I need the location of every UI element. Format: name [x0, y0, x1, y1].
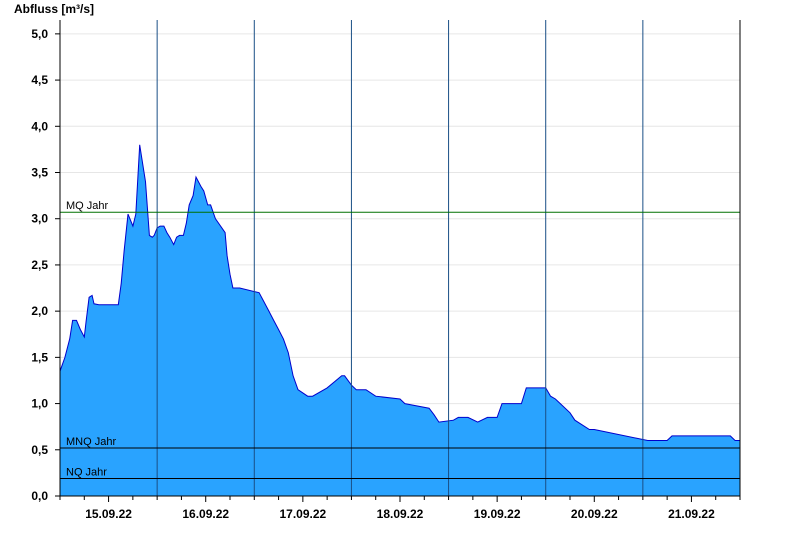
y-tick-label: 0,0 — [31, 489, 48, 503]
x-tick-label: 17.09.22 — [279, 507, 326, 521]
reference-label: MNQ Jahr — [66, 436, 116, 448]
reference-label: NQ Jahr — [66, 466, 107, 478]
x-tick-label: 16.09.22 — [182, 507, 229, 521]
y-tick-label: 1,5 — [31, 350, 48, 364]
x-tick-label: 20.09.22 — [571, 507, 618, 521]
discharge-area — [60, 144, 740, 497]
y-ticks: 0,0 0,5 1,0 1,5 2,0 2,5 3,0 3,5 4,0 4,5 5,0 — [31, 27, 60, 503]
y-tick-label: 4,5 — [31, 73, 48, 87]
x-tick-label: 19.09.22 — [474, 507, 521, 521]
discharge-chart: Abfluss [m³/s] MQ Jahr MNQ Jahr NQ Jahr 0,… — [14, 2, 741, 521]
y-tick-label: 3,0 — [31, 212, 48, 226]
y-tick-label: 2,0 — [31, 304, 48, 318]
y-tick-label: 3,5 — [31, 166, 48, 180]
x-tick-label: 21.09.22 — [668, 507, 715, 521]
reference-label: MQ Jahr — [66, 200, 109, 212]
area-layer — [59, 144, 740, 497]
x-tick-label: 18.09.22 — [377, 507, 424, 521]
y-tick-label: 4,0 — [31, 119, 48, 133]
y-tick-label: 5,0 — [31, 27, 48, 41]
x-tick-label: 15.09.22 — [85, 507, 132, 521]
x-ticks: 15.09.22 16.09.22 17.09.22 18.09.22 19.09.22… — [59, 496, 741, 521]
y-tick-label: 2,5 — [31, 258, 48, 272]
y-tick-label: 1,0 — [31, 397, 48, 411]
y-axis-title: Abfluss [m³/s] — [14, 2, 94, 16]
y-tick-label: 0,5 — [31, 443, 48, 457]
